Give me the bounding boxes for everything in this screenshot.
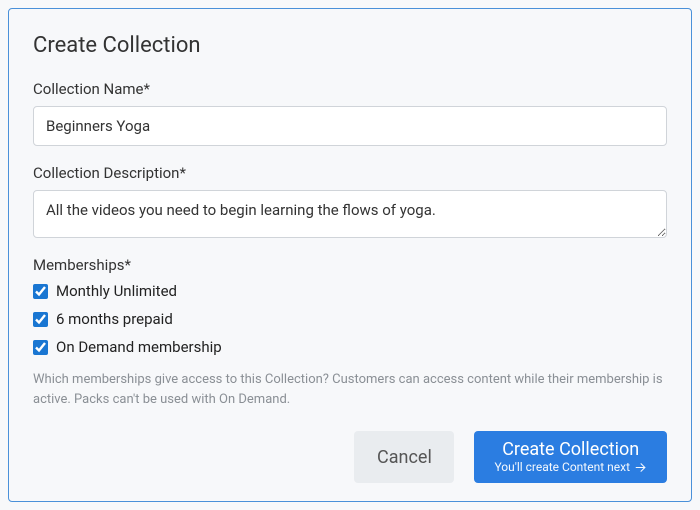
membership-label: Monthly Unlimited	[56, 282, 177, 300]
membership-label: On Demand membership	[56, 338, 222, 356]
membership-label: 6 months prepaid	[56, 310, 173, 328]
create-collection-button[interactable]: Create Collection You'll create Content …	[474, 431, 667, 483]
collection-description-label: Collection Description*	[33, 164, 667, 182]
collection-name-label: Collection Name*	[33, 80, 667, 98]
membership-row: Monthly Unlimited	[33, 282, 667, 300]
memberships-help-text: Which memberships give access to this Co…	[33, 370, 667, 409]
create-button-subtitle: You'll create Content next	[494, 460, 647, 474]
cancel-button-label: Cancel	[377, 447, 432, 468]
cancel-button[interactable]: Cancel	[354, 431, 454, 483]
create-button-title: Create Collection	[502, 440, 639, 460]
arrow-right-icon	[634, 461, 647, 474]
membership-checkbox-on-demand[interactable]	[33, 340, 48, 355]
button-row: Cancel Create Collection You'll create C…	[33, 431, 667, 483]
create-collection-modal: Create Collection Collection Name* Colle…	[8, 8, 692, 502]
create-button-subtitle-text: You'll create Content next	[494, 460, 630, 474]
membership-row: On Demand membership	[33, 338, 667, 356]
membership-row: 6 months prepaid	[33, 310, 667, 328]
memberships-list: Monthly Unlimited 6 months prepaid On De…	[33, 282, 667, 356]
collection-name-input[interactable]	[33, 106, 667, 146]
membership-checkbox-monthly-unlimited[interactable]	[33, 284, 48, 299]
collection-description-input[interactable]: All the videos you need to begin learnin…	[33, 190, 667, 238]
modal-title: Create Collection	[33, 33, 667, 58]
memberships-label: Memberships*	[33, 256, 667, 274]
membership-checkbox-6-months-prepaid[interactable]	[33, 312, 48, 327]
